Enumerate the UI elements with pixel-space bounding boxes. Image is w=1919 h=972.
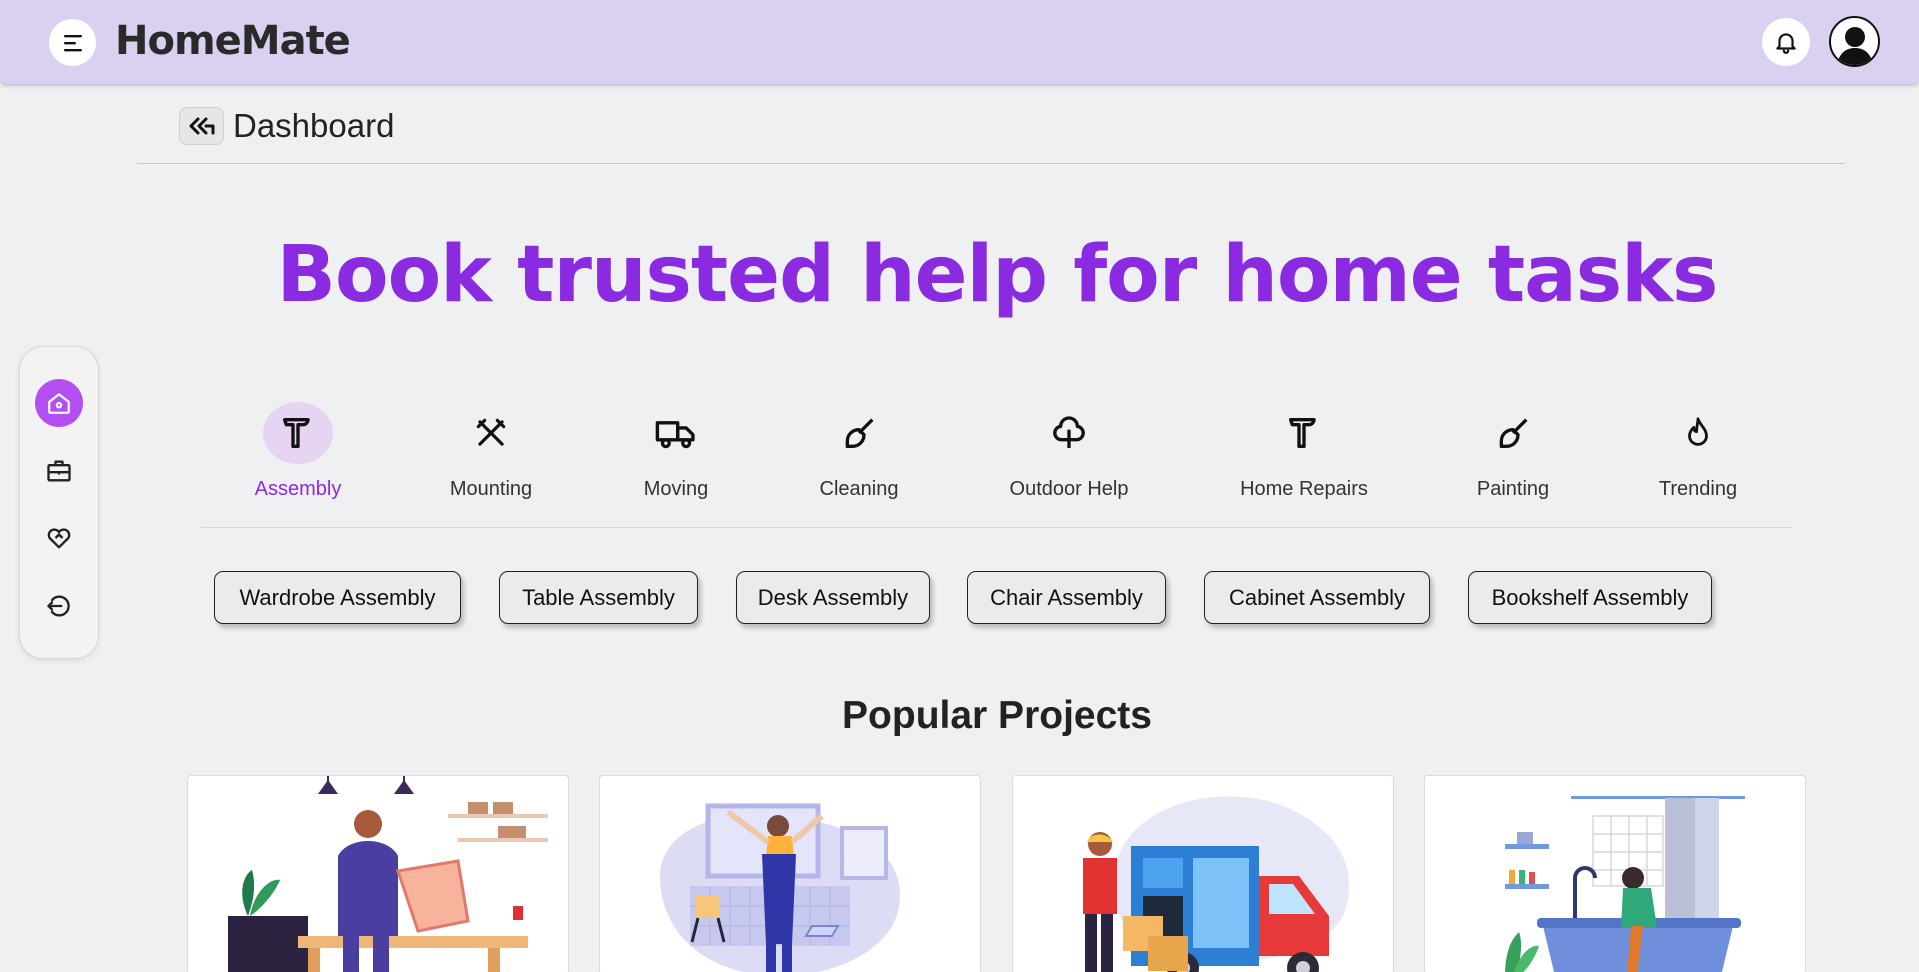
category-label: Mounting (449, 478, 533, 500)
menu-icon (63, 34, 82, 51)
category-label: Home Repairs (1240, 478, 1368, 500)
sidenav-item-logout[interactable] (35, 582, 83, 630)
category-label: Assembly (254, 478, 342, 500)
tools-icon (476, 418, 506, 446)
tree-icon (1053, 416, 1085, 448)
category-outdoor-help[interactable]: Outdoor Help (989, 402, 1149, 501)
side-nav (19, 346, 99, 659)
app-logo[interactable]: HomeMate (115, 18, 351, 64)
hero-headline: Book trusted help for home tasks (276, 230, 1719, 320)
flame-icon (1688, 417, 1708, 446)
sidenav-item-favorites[interactable] (35, 514, 83, 562)
hammer-icon (283, 418, 310, 448)
notifications-button[interactable] (1762, 18, 1810, 66)
section-title: Popular Projects (842, 694, 1152, 737)
category-label: Cleaning (819, 478, 899, 500)
bell-icon (1776, 33, 1796, 54)
sidenav-item-jobs[interactable] (35, 447, 83, 495)
briefcase-icon (47, 460, 71, 482)
category-moving[interactable]: Moving (596, 402, 756, 501)
chip-chair-assembly[interactable]: Chair Assembly (967, 571, 1166, 624)
category-painting[interactable]: Painting (1433, 402, 1593, 501)
sidenav-item-home[interactable] (35, 379, 83, 427)
truck-icon (655, 421, 695, 449)
brush-icon (1499, 418, 1528, 448)
project-card[interactable] (1424, 775, 1806, 972)
cleaning-illustration (1505, 796, 1745, 972)
back-button[interactable] (179, 107, 224, 145)
project-card[interactable] (1012, 775, 1394, 972)
user-avatar-icon (1836, 27, 1873, 65)
wall-mounting-illustration (660, 803, 900, 972)
furniture-assembly-illustration (228, 776, 548, 972)
category-assembly[interactable]: Assembly (218, 402, 378, 501)
chip-cabinet-assembly[interactable]: Cabinet Assembly (1204, 571, 1430, 624)
chip-wardrobe-assembly[interactable]: Wardrobe Assembly (214, 571, 461, 624)
home-icon (48, 393, 70, 414)
heart-handshake-icon (47, 528, 71, 549)
divider (201, 527, 1792, 528)
double-chevron-left-icon (189, 117, 214, 135)
hammer-icon (1289, 418, 1316, 448)
chip-bookshelf-assembly[interactable]: Bookshelf Assembly (1468, 571, 1712, 624)
category-trending[interactable]: Trending (1618, 402, 1778, 501)
category-cleaning[interactable]: Cleaning (779, 402, 939, 501)
divider (137, 163, 1845, 164)
top-bar: HomeMate (0, 0, 1919, 85)
logout-icon (47, 595, 70, 617)
moving-truck-illustration (1083, 796, 1350, 972)
chip-desk-assembly[interactable]: Desk Assembly (736, 571, 930, 624)
menu-button[interactable] (49, 19, 96, 66)
category-label: Painting (1476, 478, 1550, 500)
project-card[interactable] (599, 775, 981, 972)
category-mounting[interactable]: Mounting (411, 402, 571, 501)
category-label: Outdoor Help (1009, 478, 1129, 500)
category-home-repairs[interactable]: Home Repairs (1224, 402, 1384, 501)
brush-icon (845, 418, 874, 448)
category-label: Trending (1658, 478, 1738, 500)
page-title: Dashboard (233, 107, 395, 144)
project-card[interactable] (187, 775, 569, 972)
user-avatar[interactable] (1829, 16, 1880, 67)
chip-table-assembly[interactable]: Table Assembly (499, 571, 698, 624)
category-label: Moving (643, 478, 709, 500)
